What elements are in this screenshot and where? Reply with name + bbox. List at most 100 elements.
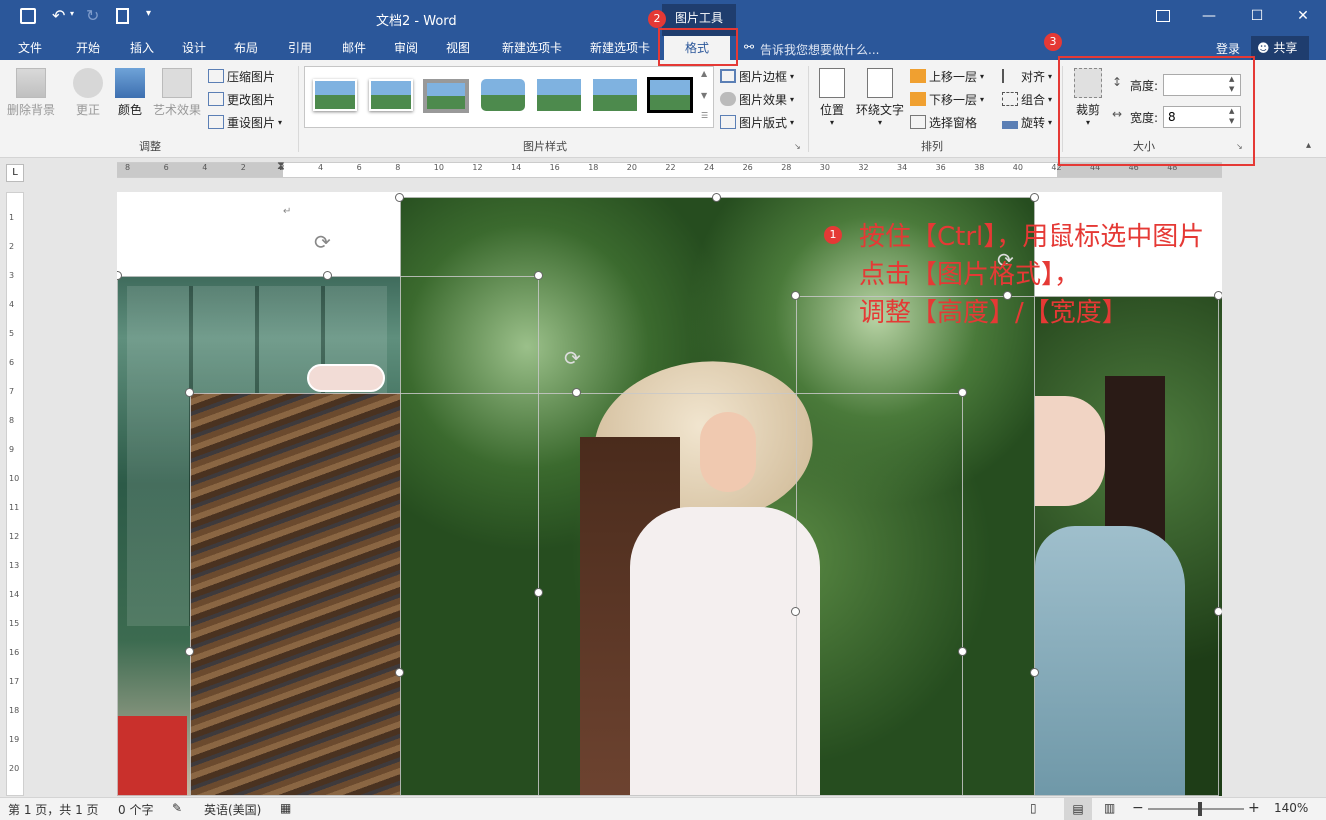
undo-dropdown-icon[interactable]: ▾ bbox=[70, 9, 74, 18]
tab-new-2[interactable]: 新建选项卡 bbox=[582, 36, 658, 60]
read-mode-icon[interactable]: ▯ bbox=[1030, 801, 1037, 815]
selection-pane-button[interactable]: 选择窗格 bbox=[910, 112, 977, 132]
ruler-tick-label: 6 bbox=[356, 163, 362, 172]
undo-icon[interactable]: ↶ bbox=[52, 6, 65, 25]
language[interactable]: 英语(美国) bbox=[204, 801, 261, 818]
chevron-down-icon: ▾ bbox=[790, 71, 795, 81]
picture-layout-button[interactable]: 图片版式 ▾ bbox=[720, 112, 794, 132]
ribbon-display-options-icon[interactable] bbox=[1156, 10, 1170, 22]
zoom-out-icon[interactable]: − bbox=[1132, 800, 1144, 816]
gallery-scroll-up-icon[interactable]: ▲ bbox=[701, 69, 707, 78]
position-button[interactable]: 位置 ▾ bbox=[814, 68, 850, 127]
style-thumb[interactable] bbox=[537, 79, 581, 111]
style-thumb[interactable] bbox=[369, 79, 413, 111]
horizontal-ruler[interactable]: 8 6 4 2 2 4 6 8 10 12 14 16 18 20 22 24 26 28 30 32 34 36 38 40… bbox=[117, 159, 1222, 178]
zoom-in-icon[interactable]: + bbox=[1248, 800, 1260, 816]
resize-handle[interactable] bbox=[791, 291, 800, 300]
tab-home[interactable]: 开始 bbox=[66, 36, 110, 60]
tab-references[interactable]: 引用 bbox=[278, 36, 322, 60]
word-count[interactable]: 0 个字 bbox=[118, 801, 153, 818]
tab-insert[interactable]: 插入 bbox=[120, 36, 164, 60]
picture-styles-gallery[interactable]: ▲ ▼ ☰ bbox=[304, 66, 714, 128]
sign-in-link[interactable]: 登录 bbox=[1216, 40, 1240, 57]
ruler-tick-label: 8 bbox=[395, 163, 401, 172]
resize-handle[interactable] bbox=[1214, 607, 1222, 616]
resize-handle[interactable] bbox=[1030, 193, 1039, 202]
print-layout-icon[interactable]: ▤ bbox=[1064, 798, 1092, 820]
resize-handle[interactable] bbox=[395, 668, 404, 677]
web-layout-icon[interactable]: ▥ bbox=[1104, 801, 1115, 815]
collapse-ribbon-icon[interactable]: ▴ bbox=[1306, 140, 1311, 151]
tab-new-1[interactable]: 新建选项卡 bbox=[492, 36, 572, 60]
color-button[interactable]: 颜色 bbox=[112, 68, 148, 118]
wrap-text-button[interactable]: 环绕文字 ▾ bbox=[852, 68, 908, 127]
resize-handle[interactable] bbox=[572, 388, 581, 397]
dialog-launcher-icon[interactable]: ↘ bbox=[794, 142, 801, 151]
ruler-margin-left bbox=[117, 163, 283, 177]
resize-handle[interactable] bbox=[395, 193, 404, 202]
chevron-down-icon: ▾ bbox=[1048, 94, 1053, 104]
tab-view[interactable]: 视图 bbox=[436, 36, 480, 60]
resize-handle[interactable] bbox=[185, 647, 194, 656]
new-document-icon[interactable] bbox=[116, 8, 129, 24]
redo-icon[interactable]: ↻ bbox=[86, 6, 99, 25]
tab-layout[interactable]: 布局 bbox=[224, 36, 268, 60]
tab-review[interactable]: 审阅 bbox=[384, 36, 428, 60]
customize-qat-icon[interactable]: ▾ bbox=[146, 8, 151, 19]
artistic-effects-button[interactable]: 艺术效果 bbox=[150, 68, 204, 118]
group-button[interactable]: 组合 ▾ bbox=[1002, 89, 1052, 109]
indent-marker-icon[interactable]: ⧗ bbox=[277, 159, 285, 173]
change-picture-button[interactable]: 更改图片 bbox=[208, 89, 275, 109]
close-button[interactable]: ✕ bbox=[1280, 0, 1326, 32]
window-title: 文档2 - Word bbox=[376, 14, 457, 29]
picture-effects-button[interactable]: 图片效果 ▾ bbox=[720, 89, 794, 109]
gallery-more-icon[interactable]: ☰ bbox=[701, 111, 708, 120]
corrections-button[interactable]: 更正 bbox=[68, 68, 108, 118]
resize-handle[interactable] bbox=[958, 647, 967, 656]
vertical-ruler[interactable]: 1 2 3 4 5 6 7 8 9 10 11 12 13 14 15 16 17 18 19 20 bbox=[6, 192, 24, 796]
tell-me-input[interactable]: 告诉我您想要做什么... bbox=[760, 41, 879, 58]
style-thumb[interactable] bbox=[313, 79, 357, 111]
minimize-button[interactable]: — bbox=[1186, 0, 1232, 32]
tab-mailings[interactable]: 邮件 bbox=[332, 36, 376, 60]
macro-icon[interactable]: ▦ bbox=[280, 801, 291, 815]
tab-selector[interactable]: L bbox=[6, 164, 24, 182]
share-button[interactable]: ☻ 共享 bbox=[1251, 36, 1309, 60]
zoom-slider[interactable] bbox=[1148, 802, 1244, 816]
document-page[interactable]: ↵ ⟳ ⟳ ⟳ 1 按住【Ctrl】，用鼠标选中图片 点击【图片格式】， 调整【… bbox=[117, 192, 1222, 796]
resize-handle[interactable] bbox=[534, 588, 543, 597]
resize-handle[interactable] bbox=[185, 388, 194, 397]
compress-pictures-button[interactable]: 压缩图片 bbox=[208, 66, 275, 86]
picture-border-button[interactable]: 图片边框 ▾ bbox=[720, 66, 794, 86]
rotate-button[interactable]: 旋转 ▾ bbox=[1002, 112, 1052, 132]
gallery-scroll-down-icon[interactable]: ▼ bbox=[701, 91, 707, 100]
resize-handle[interactable] bbox=[1030, 668, 1039, 677]
resize-handle[interactable] bbox=[791, 607, 800, 616]
zoom-level[interactable]: 140% bbox=[1274, 801, 1308, 815]
tab-design[interactable]: 设计 bbox=[172, 36, 216, 60]
rotate-handle-icon[interactable]: ⟳ bbox=[314, 230, 331, 254]
maximize-button[interactable]: ☐ bbox=[1234, 0, 1280, 32]
save-icon[interactable] bbox=[20, 8, 36, 24]
resize-handle[interactable] bbox=[1214, 291, 1222, 300]
rotate-icon bbox=[1002, 115, 1018, 129]
bring-forward-button[interactable]: 上移一层 ▾ bbox=[910, 66, 984, 86]
send-backward-button[interactable]: 下移一层 ▾ bbox=[910, 89, 984, 109]
resize-handle[interactable] bbox=[712, 193, 721, 202]
style-thumb[interactable] bbox=[481, 79, 525, 111]
resize-handle[interactable] bbox=[958, 388, 967, 397]
zoom-slider-thumb[interactable] bbox=[1198, 802, 1202, 816]
page-count[interactable]: 第 1 页，共 1 页 bbox=[8, 801, 99, 818]
align-button[interactable]: 对齐 ▾ bbox=[1002, 66, 1052, 86]
ruler-tick-label: 16 bbox=[549, 163, 560, 172]
style-thumb[interactable] bbox=[423, 79, 469, 113]
resize-handle[interactable] bbox=[534, 271, 543, 280]
proofing-icon[interactable]: ✎ bbox=[172, 801, 182, 815]
remove-background-button[interactable]: 删除背景 bbox=[4, 68, 58, 118]
resize-handle[interactable] bbox=[323, 271, 332, 280]
tab-file[interactable]: 文件 bbox=[10, 36, 50, 60]
style-thumb[interactable] bbox=[593, 79, 637, 111]
reset-picture-button[interactable]: 重设图片 ▾ bbox=[208, 112, 282, 132]
style-thumb-selected[interactable] bbox=[647, 77, 693, 113]
rotate-handle-icon[interactable]: ⟳ bbox=[564, 346, 581, 370]
